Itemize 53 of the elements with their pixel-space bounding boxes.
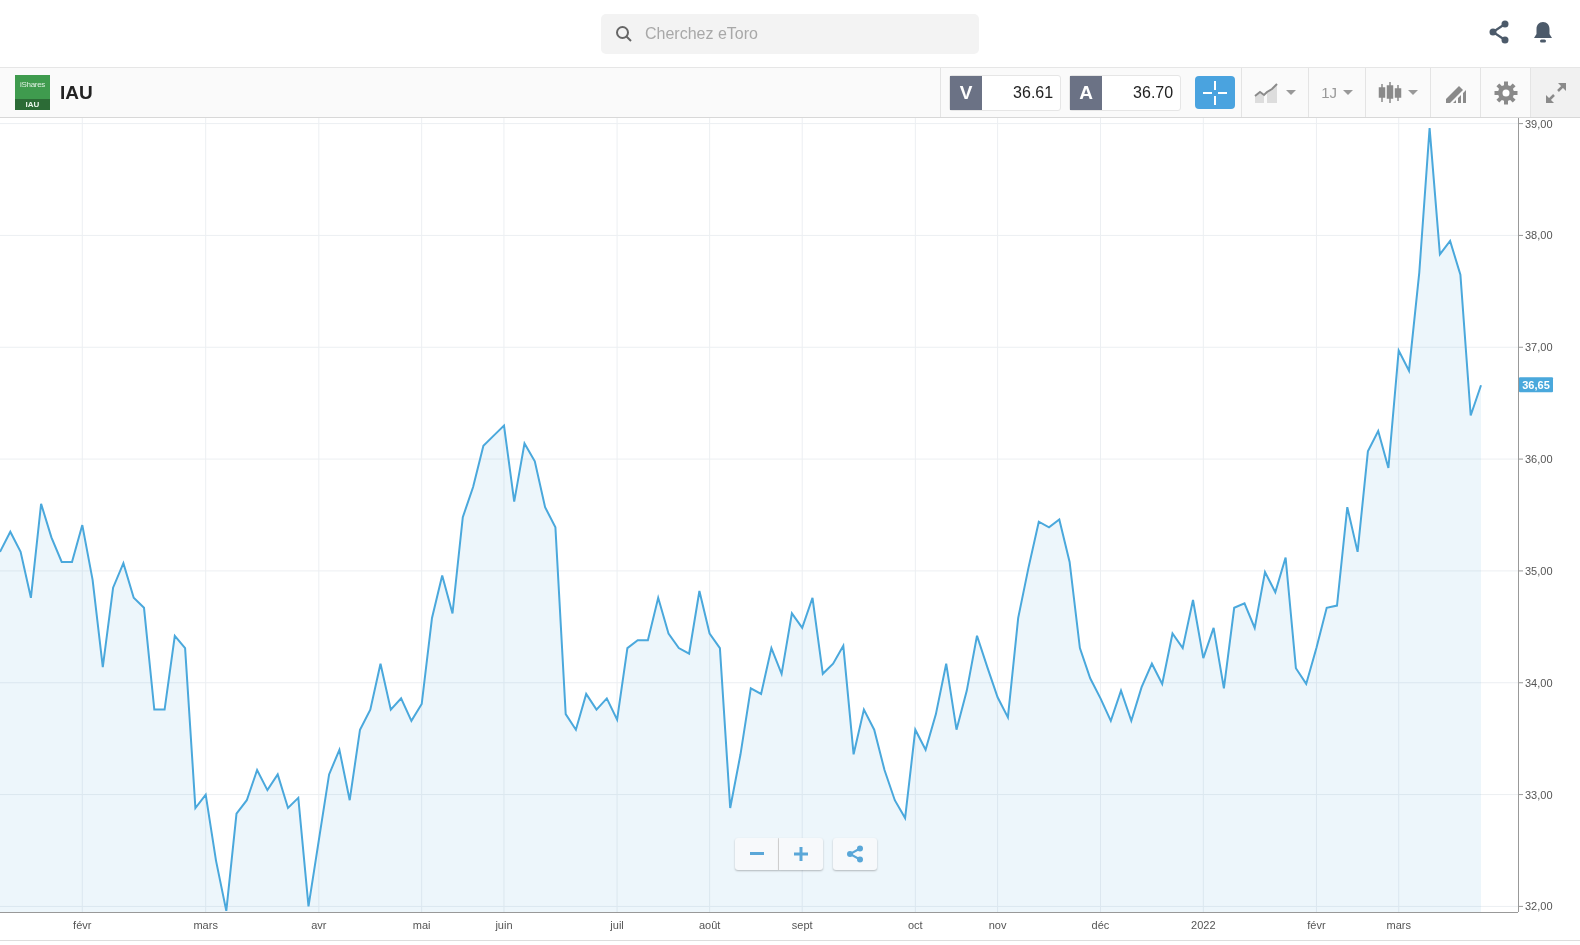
share-button[interactable] [833, 838, 877, 870]
x-axis-label: déc [1091, 919, 1110, 931]
last-price-tag: 36,65 [1519, 377, 1553, 393]
x-axis-label: oct [908, 919, 923, 931]
x-axis-label: nov [988, 919, 1007, 931]
caret-icon [1408, 90, 1418, 95]
logo-ticker-text: IAU [15, 99, 50, 110]
share-icon[interactable] [1488, 20, 1510, 44]
caret-icon [1286, 90, 1297, 95]
y-axis-label: 34,00 [1525, 676, 1553, 689]
x-axis-label: mai [412, 919, 431, 931]
y-axis-label: 36,00 [1525, 453, 1553, 466]
price-value: 36.61 [1012, 82, 1055, 103]
x-axis-label: juin [495, 919, 513, 931]
x-axis-label: févr [1307, 919, 1326, 931]
caret-icon [1343, 90, 1353, 95]
zoom-out-button[interactable] [735, 838, 779, 870]
notification-bell-icon[interactable] [1532, 20, 1554, 44]
fullscreen-button[interactable] [1530, 68, 1580, 117]
line-chart-icon [1254, 82, 1281, 103]
search-icon [615, 24, 633, 43]
x-axis-label: mars [1386, 919, 1411, 931]
zoom-in-button[interactable] [779, 838, 823, 870]
x-axis-label: 2022 [1191, 919, 1216, 931]
search-field[interactable]: Cherchez eToro [601, 13, 979, 54]
y-axis-label: 37,00 [1525, 341, 1553, 354]
plus-icon [794, 847, 808, 861]
price-button[interactable]: A 36.70 [1069, 74, 1182, 111]
y-axis-label: 33,00 [1525, 788, 1553, 801]
y-axis-label: 38,00 [1525, 229, 1553, 242]
instrument-symbol: IAU [60, 81, 93, 104]
x-axis-label: sept [791, 919, 813, 931]
expand-icon [1543, 80, 1568, 105]
price-button[interactable]: V 36.61 [949, 74, 1062, 111]
x-axis-label: févr [73, 919, 92, 931]
x-axis-label: avr [311, 919, 327, 931]
x-axis-label: août [698, 919, 721, 931]
price-side-label: A [1070, 75, 1103, 110]
crosshair-button[interactable] [1195, 76, 1236, 109]
price-value: 36.70 [1132, 82, 1175, 103]
crosshair-icon [1202, 79, 1229, 106]
minus-icon [749, 852, 764, 856]
price-side-label: V [950, 75, 983, 110]
x-axis-label: juil [610, 919, 624, 931]
settings-icon [1493, 80, 1518, 105]
x-axis-label: mars [193, 919, 218, 931]
y-axis-label: 35,00 [1525, 564, 1553, 577]
y-axis-label: 39,00 [1525, 118, 1553, 130]
share-icon [846, 845, 864, 863]
y-axis-label: 32,00 [1525, 900, 1553, 913]
candlestick-icon [1378, 80, 1402, 105]
logo-brand-text: iShares [20, 80, 45, 89]
search-input[interactable]: Cherchez eToro [645, 13, 965, 54]
